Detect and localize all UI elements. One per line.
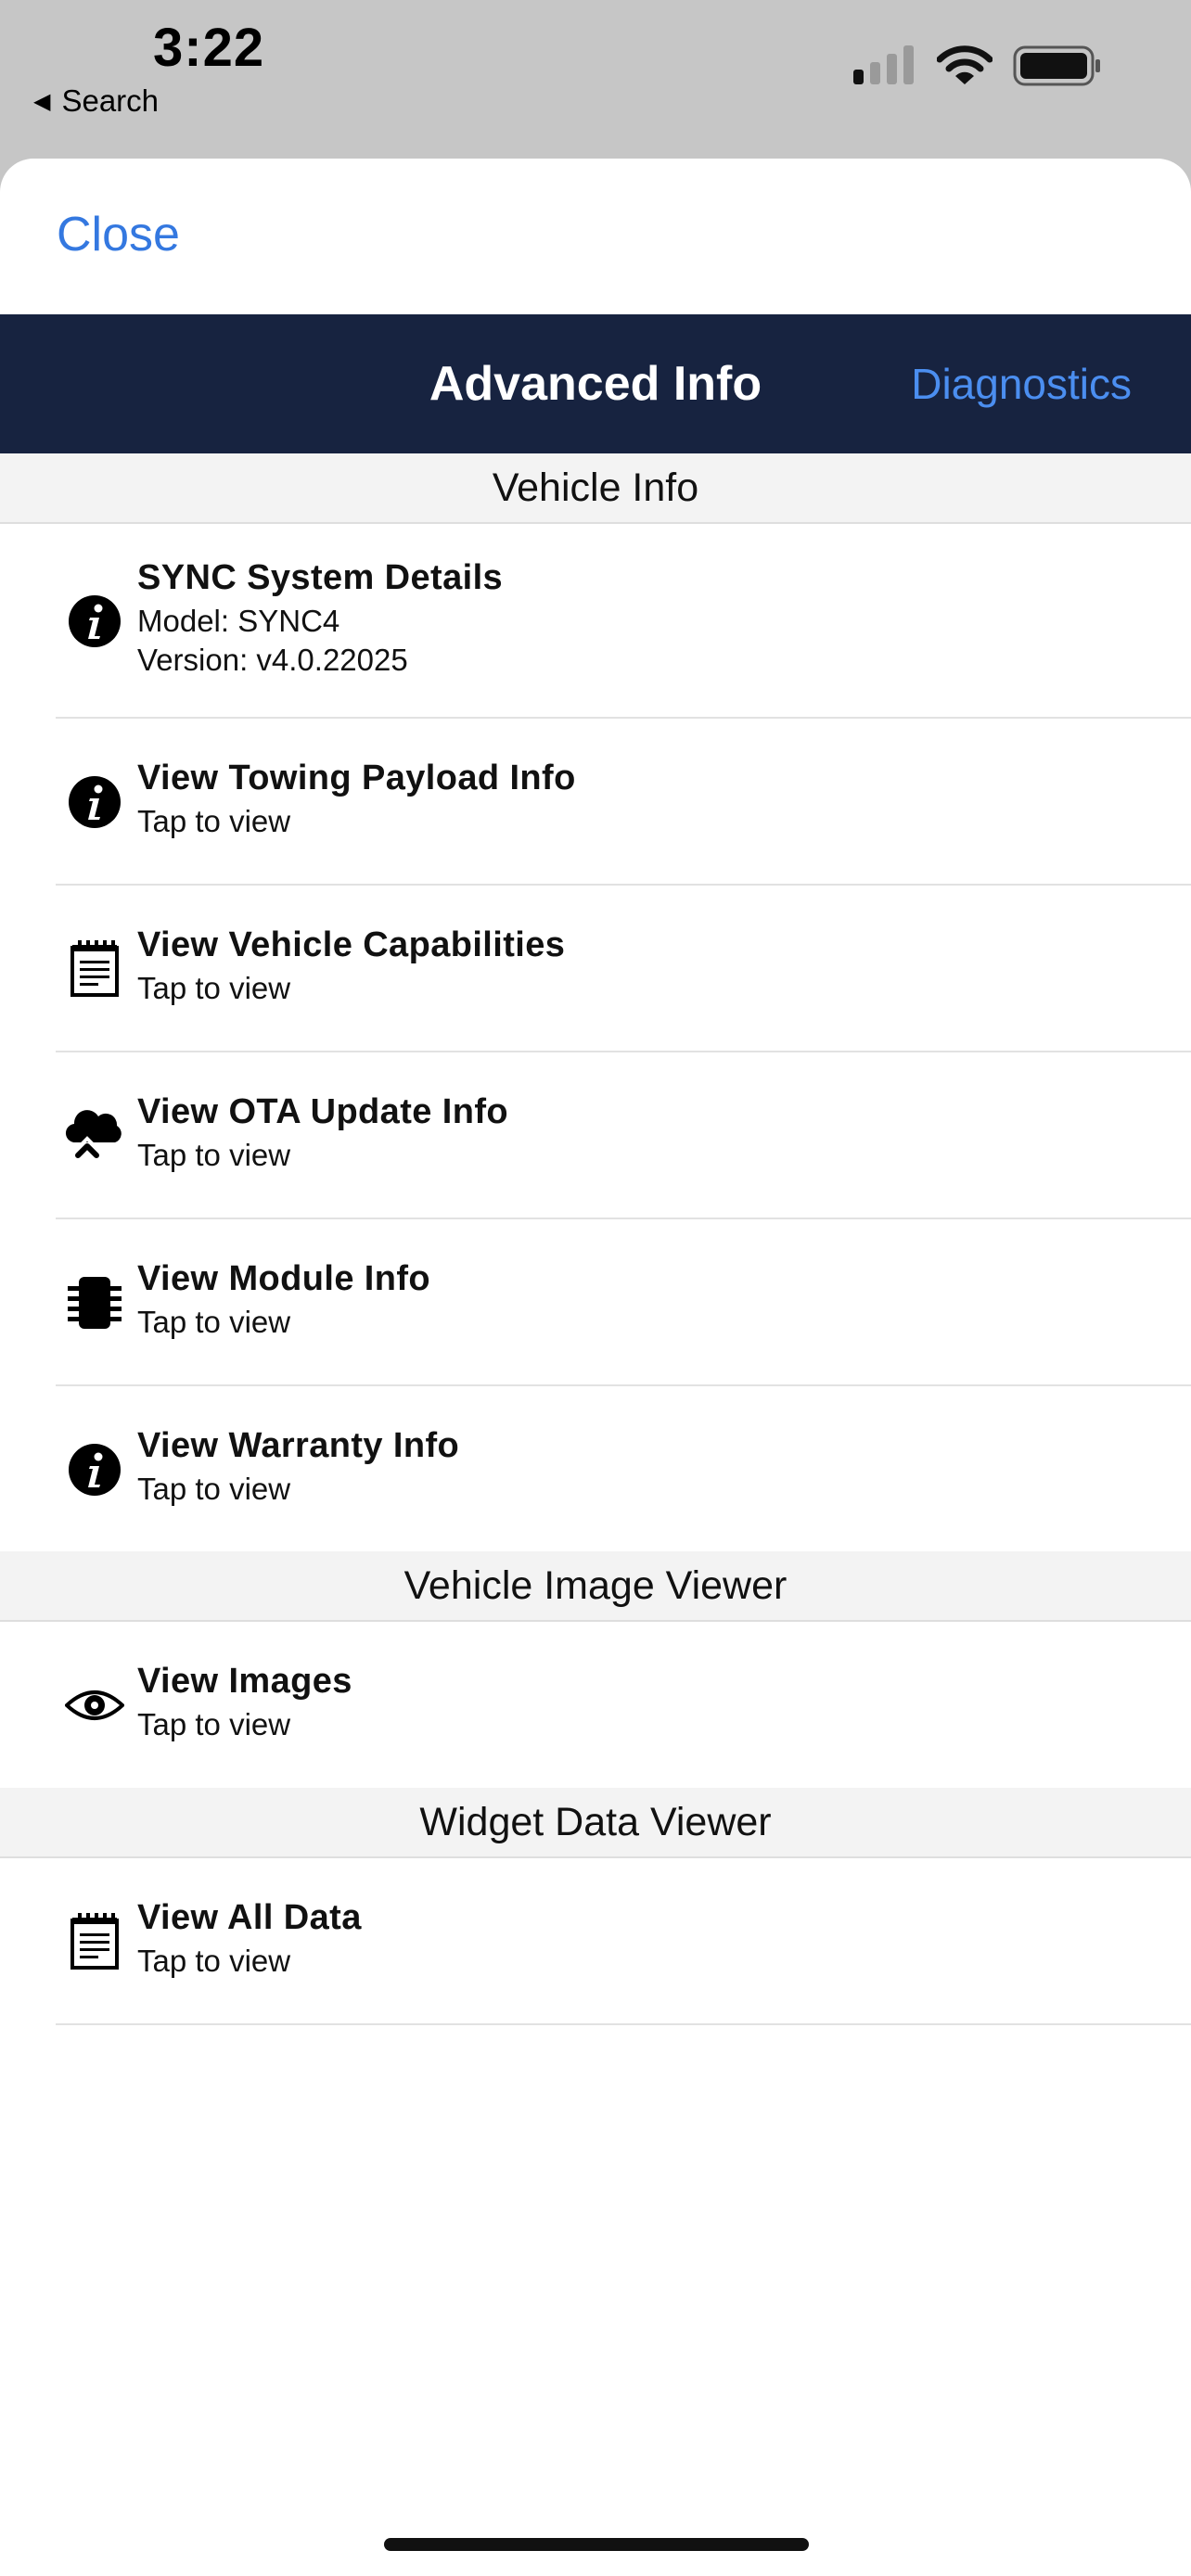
- row-title: SYNC System Details: [137, 558, 504, 597]
- row-towing-payload[interactable]: View Towing Payload Info Tap to view: [0, 719, 1191, 886]
- back-triangle-icon: ◀: [33, 88, 51, 114]
- back-to-app-button[interactable]: ◀ Search: [33, 83, 159, 119]
- status-icons: [853, 45, 1102, 87]
- notepad-icon: [65, 1912, 124, 1971]
- status-bar: 3:22 ◀ Search: [0, 0, 1191, 159]
- notepad-icon: [65, 939, 124, 999]
- row-subtitle: Tap to view: [137, 1707, 291, 1741]
- row-subtitle: Tap to view: [137, 1305, 291, 1339]
- wifi-icon: [937, 45, 992, 84]
- status-time: 3:22: [153, 18, 265, 78]
- row-subtitle: Tap to view: [137, 804, 291, 838]
- row-title: View Towing Payload Info: [137, 759, 576, 797]
- row-model: Model: SYNC4: [137, 604, 340, 638]
- row-subtitle: Tap to view: [137, 1138, 291, 1172]
- section-header-vehicle-image-viewer: Vehicle Image Viewer: [0, 1551, 1191, 1622]
- row-subtitle: Tap to view: [137, 1472, 291, 1506]
- row-vehicle-capabilities[interactable]: View Vehicle Capabilities Tap to view: [0, 886, 1191, 1052]
- modal-sheet: Close Advanced Info Diagnostics Vehicle …: [0, 159, 1191, 2576]
- eye-icon: [65, 1676, 124, 1735]
- row-subtitle: Tap to view: [137, 1944, 291, 1978]
- row-title: View OTA Update Info: [137, 1092, 508, 1131]
- section-header-vehicle-info: Vehicle Info: [0, 453, 1191, 524]
- info-icon: [65, 592, 124, 651]
- row-subtitle: Tap to view: [137, 971, 291, 1005]
- battery-icon: [1013, 45, 1100, 86]
- row-warranty-info[interactable]: View Warranty Info Tap to view: [0, 1386, 1191, 1553]
- cloud-upload-icon: [65, 1104, 124, 1164]
- row-view-images[interactable]: View Images Tap to view: [0, 1622, 1191, 1789]
- row-version: Version: v4.0.22025: [137, 643, 408, 677]
- row-sync-system-details[interactable]: SYNC System Details Model: SYNC4 Version…: [0, 524, 1191, 719]
- diagnostics-button[interactable]: Diagnostics: [911, 314, 1132, 453]
- row-title: View Vehicle Capabilities: [137, 925, 566, 964]
- close-button[interactable]: Close: [57, 207, 180, 262]
- chip-icon: [65, 1273, 124, 1333]
- back-app-label: Search: [61, 83, 160, 118]
- row-divider: [56, 2023, 1191, 2025]
- section-header-widget-data-viewer: Widget Data Viewer: [0, 1788, 1191, 1858]
- info-icon: [65, 1440, 124, 1499]
- cellular-signal-icon: [853, 45, 914, 84]
- row-module-info[interactable]: View Module Info Tap to view: [0, 1219, 1191, 1386]
- info-icon: [65, 772, 124, 832]
- row-title: View Module Info: [137, 1259, 431, 1298]
- home-indicator[interactable]: [384, 2538, 809, 2551]
- row-title: View All Data: [137, 1898, 362, 1937]
- row-title: View Images: [137, 1662, 352, 1701]
- row-view-all-data[interactable]: View All Data Tap to view: [0, 1858, 1191, 2025]
- row-ota-update[interactable]: View OTA Update Info Tap to view: [0, 1052, 1191, 1219]
- nav-bar: Advanced Info Diagnostics: [0, 314, 1191, 453]
- row-title: View Warranty Info: [137, 1426, 460, 1465]
